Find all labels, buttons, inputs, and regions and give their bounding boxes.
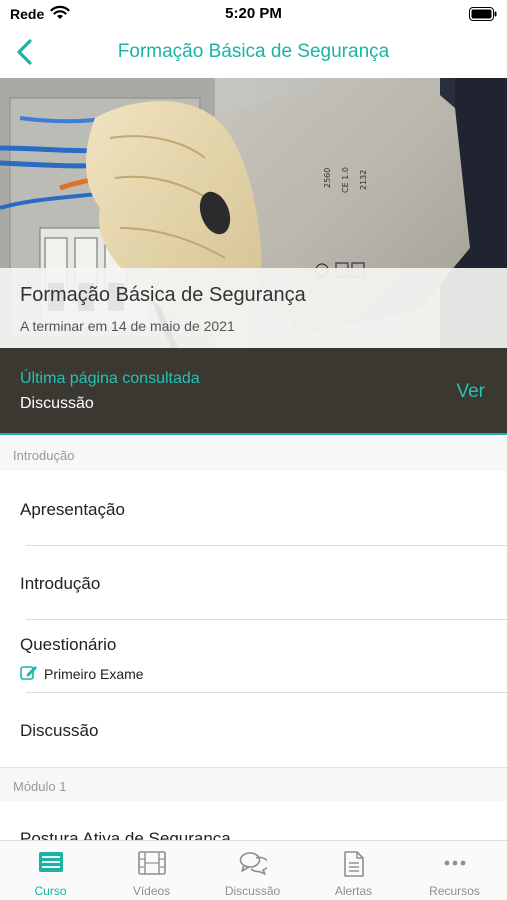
tab-curso[interactable]: Curso <box>0 841 101 900</box>
tab-label: Vídeos <box>132 884 171 898</box>
list-icon <box>0 851 101 877</box>
tab-videos[interactable]: Vídeos <box>101 841 202 900</box>
film-icon <box>101 851 202 877</box>
status-time: 5:20 PM <box>225 5 282 22</box>
tab-label: Recursos <box>429 884 480 898</box>
list-item-discussao[interactable]: Discussão <box>0 693 507 767</box>
list-item-label: Apresentação <box>20 500 125 519</box>
tab-alertas[interactable]: Alertas <box>303 841 404 900</box>
quiz-name: Primeiro Exame <box>44 666 144 682</box>
section-title: Módulo 1 <box>13 779 67 794</box>
course-deadline: A terminar em 14 de maio de 2021 <box>20 318 235 334</box>
tab-bar: Curso Vídeos Discussão Alertas Recursos <box>0 840 507 900</box>
page-title: Formação Básica de Segurança <box>117 41 390 62</box>
glove-marking: 2132 <box>359 170 368 190</box>
list-item-label: Discussão <box>20 721 99 740</box>
more-icon <box>404 851 505 877</box>
battery-icon <box>469 7 497 26</box>
chat-bubbles-icon <box>202 851 303 877</box>
last-visited-label: Última página consultada <box>20 370 200 387</box>
tab-recursos[interactable]: Recursos <box>404 841 505 900</box>
status-bar: Rede 5:20 PM <box>0 0 507 28</box>
last-visited-page: Discussão <box>20 395 94 412</box>
tab-label: Alertas <box>334 884 373 898</box>
navigation-bar: Formação Básica de Segurança <box>0 28 507 78</box>
section-title: Introdução <box>13 448 75 463</box>
view-button[interactable]: Ver <box>456 381 485 403</box>
list-item-apresentacao[interactable]: Apresentação <box>0 471 507 546</box>
section-header-modulo-1: Módulo 1 <box>0 767 507 801</box>
section-header-introducao: Introdução <box>0 437 507 471</box>
list-item-introducao[interactable]: Introdução <box>0 546 507 620</box>
list-item-label: Introdução <box>20 574 101 593</box>
list-item-label: Questionário <box>20 635 117 654</box>
tab-discussao[interactable]: Discussão <box>202 841 303 900</box>
list-item-questionario[interactable]: Questionário Primeiro Exame <box>0 620 507 693</box>
document-icon <box>303 851 404 877</box>
quiz-subitem: Primeiro Exame <box>20 664 144 684</box>
course-header: Formação Básica de Segurança A terminar … <box>0 268 507 348</box>
tab-label: Discussão <box>224 884 281 898</box>
glove-marking: 2560 <box>323 168 332 188</box>
tab-label: Curso <box>34 884 67 898</box>
last-visited-banner[interactable]: Última página consultada Discussão Ver <box>0 348 507 435</box>
edit-icon <box>20 666 37 680</box>
course-title: Formação Básica de Segurança <box>20 284 306 306</box>
glove-marking: CE 1.0 <box>341 167 350 193</box>
